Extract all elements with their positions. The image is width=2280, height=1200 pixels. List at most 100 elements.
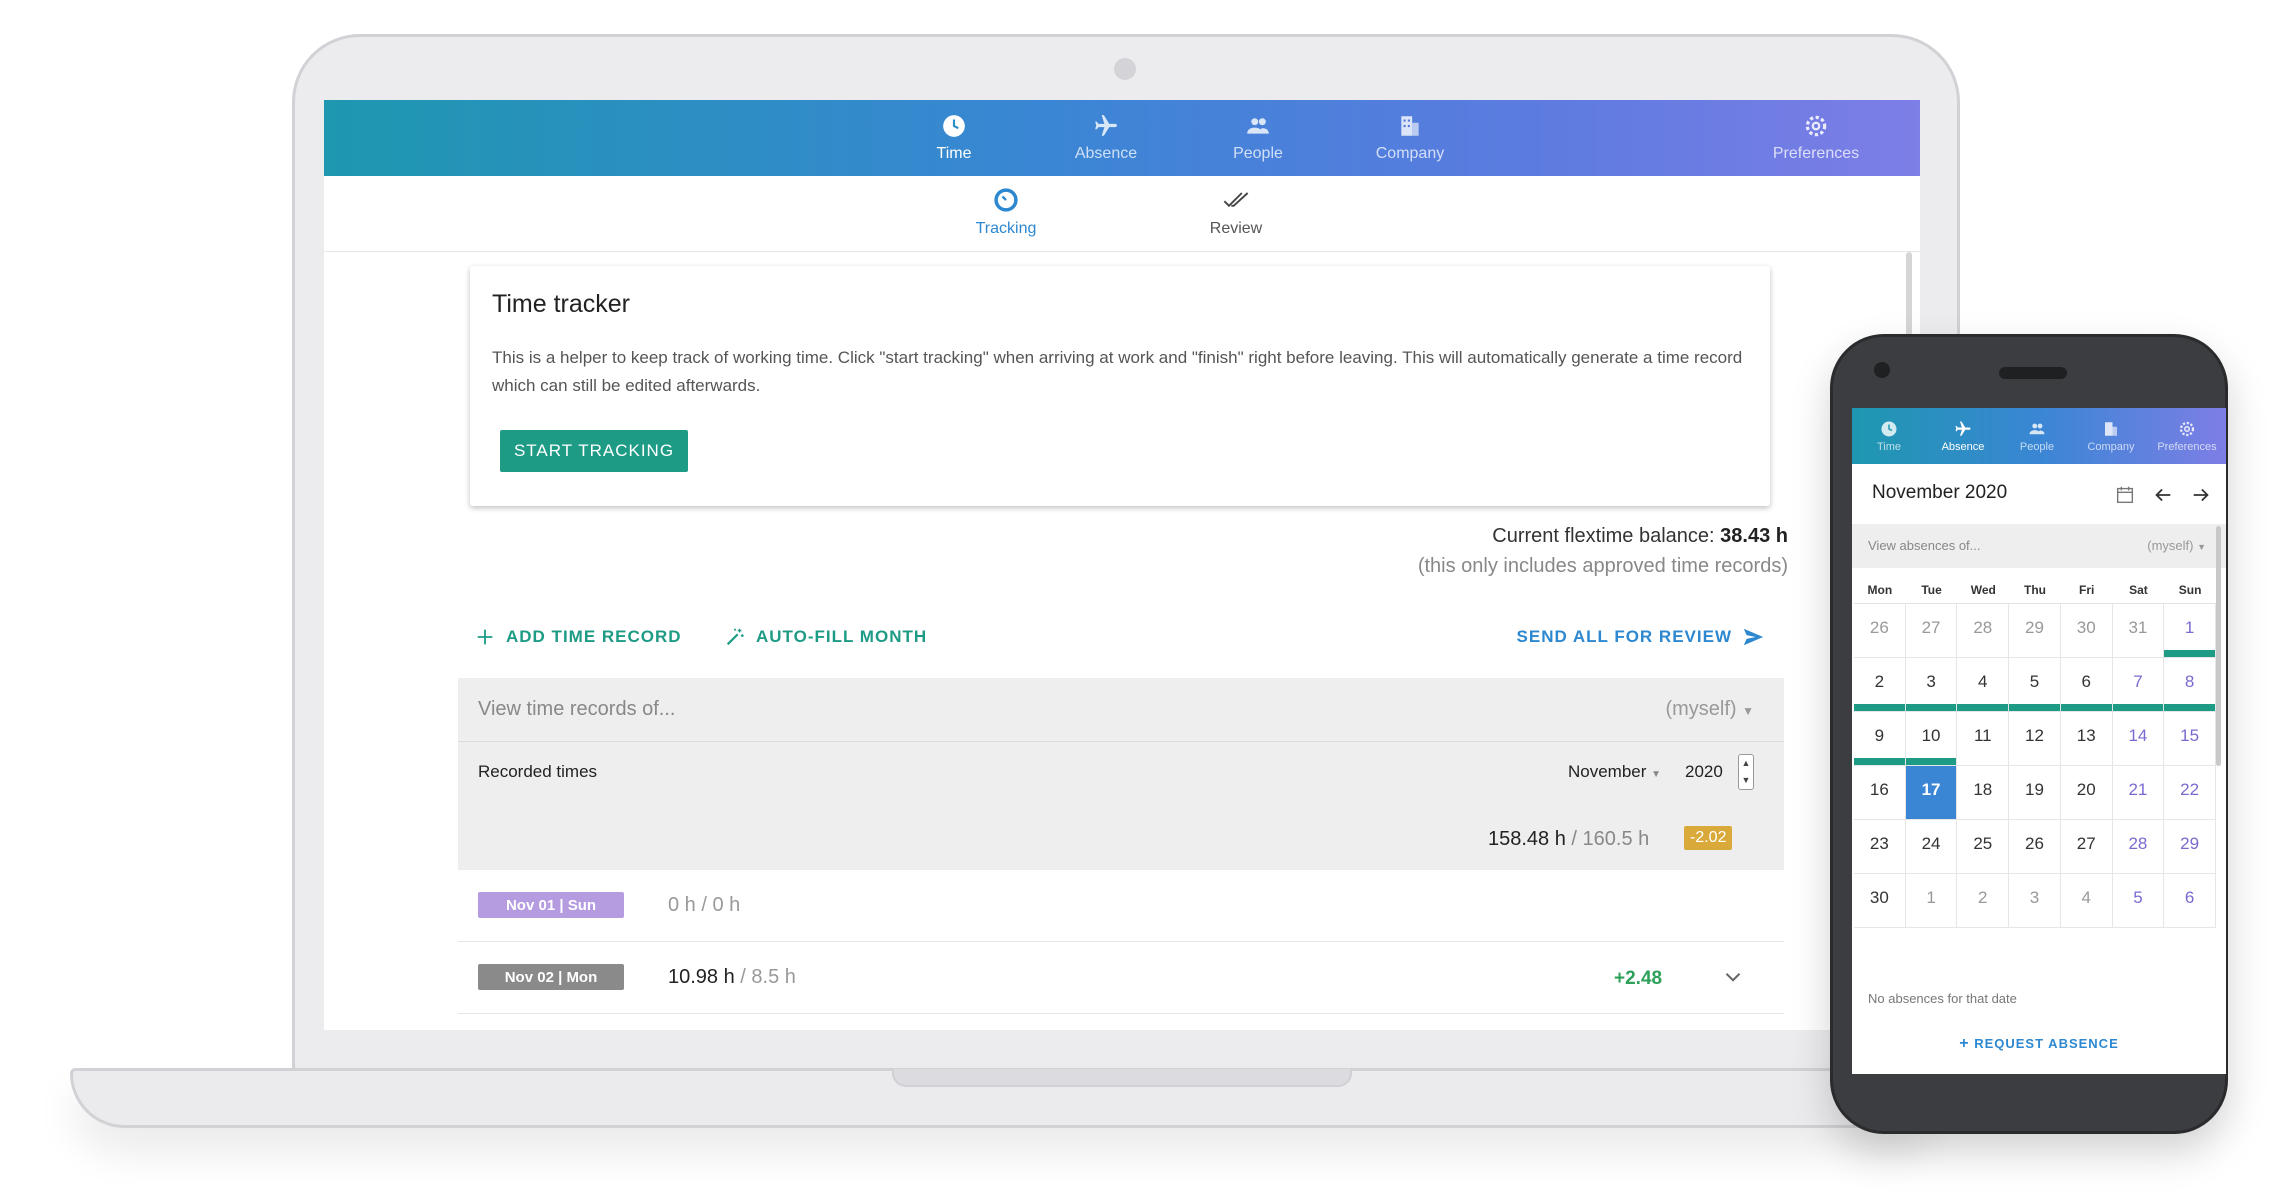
calendar-day[interactable]: 6 <box>2060 658 2113 712</box>
calendar-day[interactable]: 27 <box>1905 604 1958 658</box>
year-stepper[interactable]: ▲ ▼ <box>1738 754 1754 790</box>
calendar-day[interactable]: 4 <box>2060 874 2113 928</box>
stepper-down-icon[interactable]: ▼ <box>1739 772 1753 789</box>
add-time-record-button[interactable]: ADD TIME RECORD <box>474 626 682 648</box>
calendar-day[interactable]: 20 <box>2060 766 2113 820</box>
phone-camera <box>1874 362 1890 378</box>
phone-nav-preferences[interactable]: Preferences <box>2150 408 2224 464</box>
day-number: 26 <box>1869 618 1889 637</box>
auto-fill-month-button[interactable]: AUTO-FILL MONTH <box>724 626 927 648</box>
tab-tracking[interactable]: Tracking <box>936 186 1076 238</box>
calendar-day[interactable]: 21 <box>2112 766 2165 820</box>
calendar-day[interactable]: 9 <box>1854 712 1906 766</box>
people-icon <box>1247 118 1269 134</box>
clock-icon <box>943 115 965 137</box>
day-number: 2 <box>1874 672 1885 691</box>
day-number: 8 <box>2184 672 2195 691</box>
phone-nav-absence[interactable]: Absence <box>1926 408 2000 464</box>
calendar-day[interactable]: 18 <box>1957 766 2010 820</box>
start-tracking-button[interactable]: START TRACKING <box>500 430 688 472</box>
calendar-day[interactable]: 28 <box>2112 820 2165 874</box>
chevron-down-icon[interactable] <box>1720 964 1746 990</box>
day-number: 29 <box>2025 618 2044 637</box>
calendar-icon[interactable] <box>2114 484 2136 506</box>
calendar-day[interactable]: 6 <box>2164 874 2216 928</box>
calendar-day[interactable]: 29 <box>2164 820 2216 874</box>
calendar-day[interactable]: 12 <box>2009 712 2061 766</box>
calendar-day[interactable]: 1 <box>1905 874 1958 928</box>
records-user-filter[interactable]: View time records of... (myself) ▼ <box>458 678 1784 742</box>
calendar-week: 23 24 25 26 27 28 29 <box>1854 820 2216 874</box>
arrow-left-icon[interactable] <box>2152 484 2174 506</box>
month-select[interactable]: November ▼ <box>1568 762 1661 782</box>
calendar-day[interactable]: 30 <box>1854 874 1906 928</box>
calendar-day[interactable]: 1 <box>2164 604 2216 658</box>
stepper-up-icon[interactable]: ▲ <box>1739 755 1753 772</box>
record-row[interactable]: Nov 01 | Sun 0 h / 0 h <box>458 870 1784 942</box>
absence-bar <box>2164 650 2215 657</box>
calendar-day[interactable]: 11 <box>1957 712 2010 766</box>
calendar-day[interactable]: 2 <box>1854 658 1906 712</box>
action-label: AUTO-FILL MONTH <box>756 627 928 646</box>
nav-item-absence[interactable]: Absence <box>1026 100 1186 176</box>
calendar-day[interactable]: 3 <box>2009 874 2061 928</box>
calendar-day[interactable]: 31 <box>2112 604 2165 658</box>
calendar-day[interactable]: 23 <box>1854 820 1906 874</box>
calendar-day[interactable]: 22 <box>2164 766 2216 820</box>
calendar-day-today[interactable]: 17 <box>1905 766 1958 820</box>
phone-nav-people[interactable]: People <box>2000 408 2074 464</box>
nav-item-time[interactable]: Time <box>874 100 1034 176</box>
calendar-day[interactable]: 26 <box>2009 820 2061 874</box>
absence-user-filter[interactable]: View absences of... (myself) ▼ <box>1852 524 2226 568</box>
calendar-day[interactable]: 13 <box>2060 712 2113 766</box>
record-hours: 0 h / 0 h <box>668 894 741 916</box>
tab-review[interactable]: Review <box>1166 186 1306 238</box>
day-number: 25 <box>1973 834 1993 853</box>
nav-item-people[interactable]: People <box>1178 100 1338 176</box>
calendar-day[interactable]: 25 <box>1957 820 2010 874</box>
calendar-day[interactable]: 5 <box>2112 874 2165 928</box>
nav-label: People <box>2019 440 2055 453</box>
day-number: 1 <box>2184 618 2195 637</box>
send-all-for-review-button[interactable]: SEND ALL FOR REVIEW <box>1517 626 1764 648</box>
phone-nav-time[interactable]: Time <box>1852 408 1926 464</box>
day-number: 23 <box>1869 834 1889 853</box>
day-number: 4 <box>1978 672 1988 691</box>
day-number: 16 <box>1869 780 1889 799</box>
calendar-day[interactable]: 29 <box>2009 604 2061 658</box>
calendar-day[interactable]: 7 <box>2112 658 2165 712</box>
nav-label: Time <box>1876 440 1902 453</box>
calendar-day[interactable]: 15 <box>2164 712 2216 766</box>
calendar-day[interactable]: 19 <box>2009 766 2061 820</box>
caret-down-icon: ▼ <box>1742 704 1754 718</box>
day-number: 24 <box>1921 834 1941 853</box>
calendar-day[interactable]: 30 <box>2060 604 2113 658</box>
calendar-day[interactable]: 10 <box>1905 712 1958 766</box>
year-input[interactable]: 2020 <box>1685 762 1723 782</box>
phone-nav-company[interactable]: Company <box>2074 408 2148 464</box>
day-number: 20 <box>2076 780 2096 799</box>
calendar-day[interactable]: 26 <box>1854 604 1906 658</box>
request-absence-button[interactable]: + REQUEST ABSENCE <box>1852 1035 2226 1053</box>
nav-item-preferences[interactable]: Preferences <box>1736 100 1896 176</box>
day-number: 29 <box>2180 834 2200 853</box>
calendar-day[interactable]: 2 <box>1957 874 2010 928</box>
flextime-balance: Current flextime balance: 38.43 h <box>1492 525 1788 548</box>
device-mockup: Time Absence People Company Preferences <box>0 0 2280 1200</box>
record-row[interactable]: Nov 02 | Mon 10.98 h / 8.5 h +2.48 <box>458 942 1784 1014</box>
scrollbar[interactable] <box>1906 252 1912 342</box>
calendar-day[interactable]: 14 <box>2112 712 2165 766</box>
nav-label: Company <box>2087 440 2135 453</box>
calendar-day[interactable]: 28 <box>1957 604 2010 658</box>
calendar-day[interactable]: 16 <box>1854 766 1906 820</box>
calendar-week: 30 1 2 3 4 5 6 <box>1854 874 2216 928</box>
calendar-day[interactable]: 24 <box>1905 820 1958 874</box>
calendar-day[interactable]: 4 <box>1957 658 2010 712</box>
calendar-day[interactable]: 5 <box>2009 658 2061 712</box>
nav-item-company[interactable]: Company <box>1330 100 1490 176</box>
scrollbar[interactable] <box>2216 526 2221 766</box>
calendar-day[interactable]: 27 <box>2060 820 2113 874</box>
arrow-right-icon[interactable] <box>2190 484 2212 506</box>
calendar-day[interactable]: 3 <box>1905 658 1958 712</box>
calendar-day[interactable]: 8 <box>2164 658 2216 712</box>
